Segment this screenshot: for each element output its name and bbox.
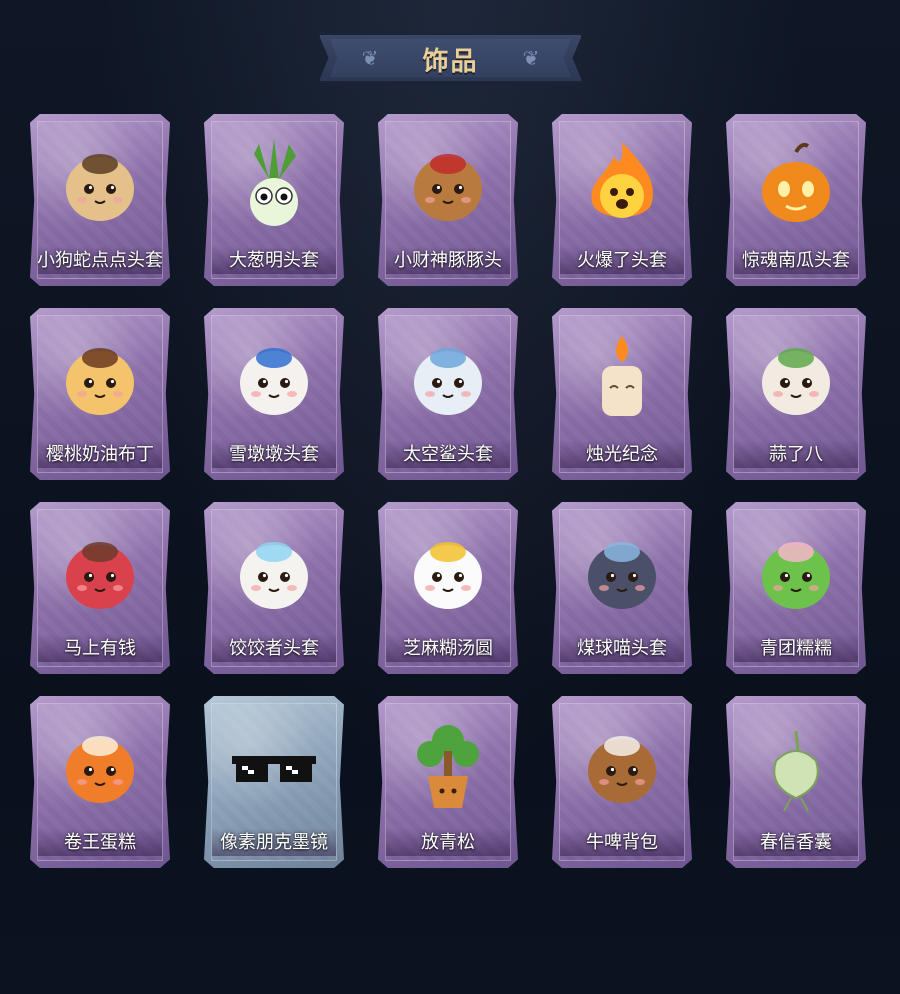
- accessory-card[interactable]: 牛啤背包: [552, 696, 692, 868]
- accessory-name: 火爆了头套: [577, 250, 667, 271]
- accessory-name: 春信香囊: [760, 832, 832, 853]
- accessory-name: 小财神豚豚头: [394, 250, 502, 271]
- cow-beer-icon: [572, 716, 672, 816]
- dumpling-cloud-icon: [224, 522, 324, 622]
- accessory-card[interactable]: 小财神豚豚头: [378, 114, 518, 286]
- accessory-name: 马上有钱: [64, 638, 136, 659]
- sachet-icon: [746, 716, 846, 816]
- accessory-card[interactable]: 饺饺者头套: [204, 502, 344, 674]
- shark-icon: [398, 328, 498, 428]
- accessory-card[interactable]: 大葱明头套: [204, 114, 344, 286]
- swiss-roll-icon: [50, 716, 150, 816]
- pudding-icon: [50, 328, 150, 428]
- accessory-card[interactable]: 樱桃奶油布丁: [30, 308, 170, 480]
- accessory-card[interactable]: 惊魂南瓜头套: [726, 114, 866, 286]
- accessory-name: 青团糯糯: [760, 638, 832, 659]
- accessory-card[interactable]: 太空鲨头套: [378, 308, 518, 480]
- scallion-icon: [224, 134, 324, 234]
- accessory-name: 太空鲨头套: [403, 444, 493, 465]
- accessory-card[interactable]: 青团糯糯: [726, 502, 866, 674]
- section-title: 饰品: [422, 47, 479, 77]
- accessory-card[interactable]: 雪墩墩头套: [204, 308, 344, 480]
- snake-head-icon: [50, 134, 150, 234]
- accessory-name: 放青松: [421, 832, 475, 853]
- accessory-grid: 小狗蛇点点头套 大葱明头套 小财神豚豚头 火爆了头套 惊魂南瓜头套樱桃奶油布丁 雪墩墩头套…: [30, 114, 874, 874]
- accessory-card[interactable]: 蒜了八: [726, 308, 866, 480]
- candle-icon: [572, 328, 672, 428]
- accessory-name: 雪墩墩头套: [229, 444, 319, 465]
- accessory-card[interactable]: 芝麻糊汤圆: [378, 502, 518, 674]
- horse-icon: [50, 522, 150, 622]
- accessory-name: 烛光纪念: [586, 444, 658, 465]
- pumpkin-icon: [746, 134, 846, 234]
- accessory-card[interactable]: 烛光纪念: [552, 308, 692, 480]
- pixel-sunglasses-icon: [224, 716, 324, 816]
- accessory-name: 饺饺者头套: [229, 638, 319, 659]
- accessory-name: 像素朋克墨镜: [220, 832, 328, 853]
- green-dumpling-icon: [746, 522, 846, 622]
- snowman-icon: [224, 328, 324, 428]
- accessory-card[interactable]: 火爆了头套: [552, 114, 692, 286]
- accessory-card[interactable]: 卷王蛋糕: [30, 696, 170, 868]
- accessory-card[interactable]: 马上有钱: [30, 502, 170, 674]
- accessory-card[interactable]: 放青松: [378, 696, 518, 868]
- accessory-name: 煤球喵头套: [577, 638, 667, 659]
- pine-bonsai-icon: [398, 716, 498, 816]
- accessory-card[interactable]: 煤球喵头套: [552, 502, 692, 674]
- flame-icon: [572, 134, 672, 234]
- section-header: ❦ ❦ 饰品: [318, 33, 583, 83]
- capybara-fortune-icon: [398, 134, 498, 234]
- accessory-name: 大葱明头套: [229, 250, 319, 271]
- accessory-card[interactable]: 春信香囊: [726, 696, 866, 868]
- black-cat-icon: [572, 522, 672, 622]
- rice-ball-icon: [398, 522, 498, 622]
- accessory-name: 蒜了八: [769, 444, 823, 465]
- accessory-name: 惊魂南瓜头套: [742, 250, 850, 271]
- accessory-name: 卷王蛋糕: [64, 832, 136, 853]
- garlic-icon: [746, 328, 846, 428]
- accessory-name: 小狗蛇点点头套: [37, 250, 163, 271]
- accessory-name: 牛啤背包: [586, 832, 658, 853]
- accessory-name: 芝麻糊汤圆: [403, 638, 493, 659]
- accessory-card[interactable]: 小狗蛇点点头套: [30, 114, 170, 286]
- accessory-card[interactable]: 像素朋克墨镜: [204, 696, 344, 868]
- accessory-name: 樱桃奶油布丁: [46, 444, 154, 465]
